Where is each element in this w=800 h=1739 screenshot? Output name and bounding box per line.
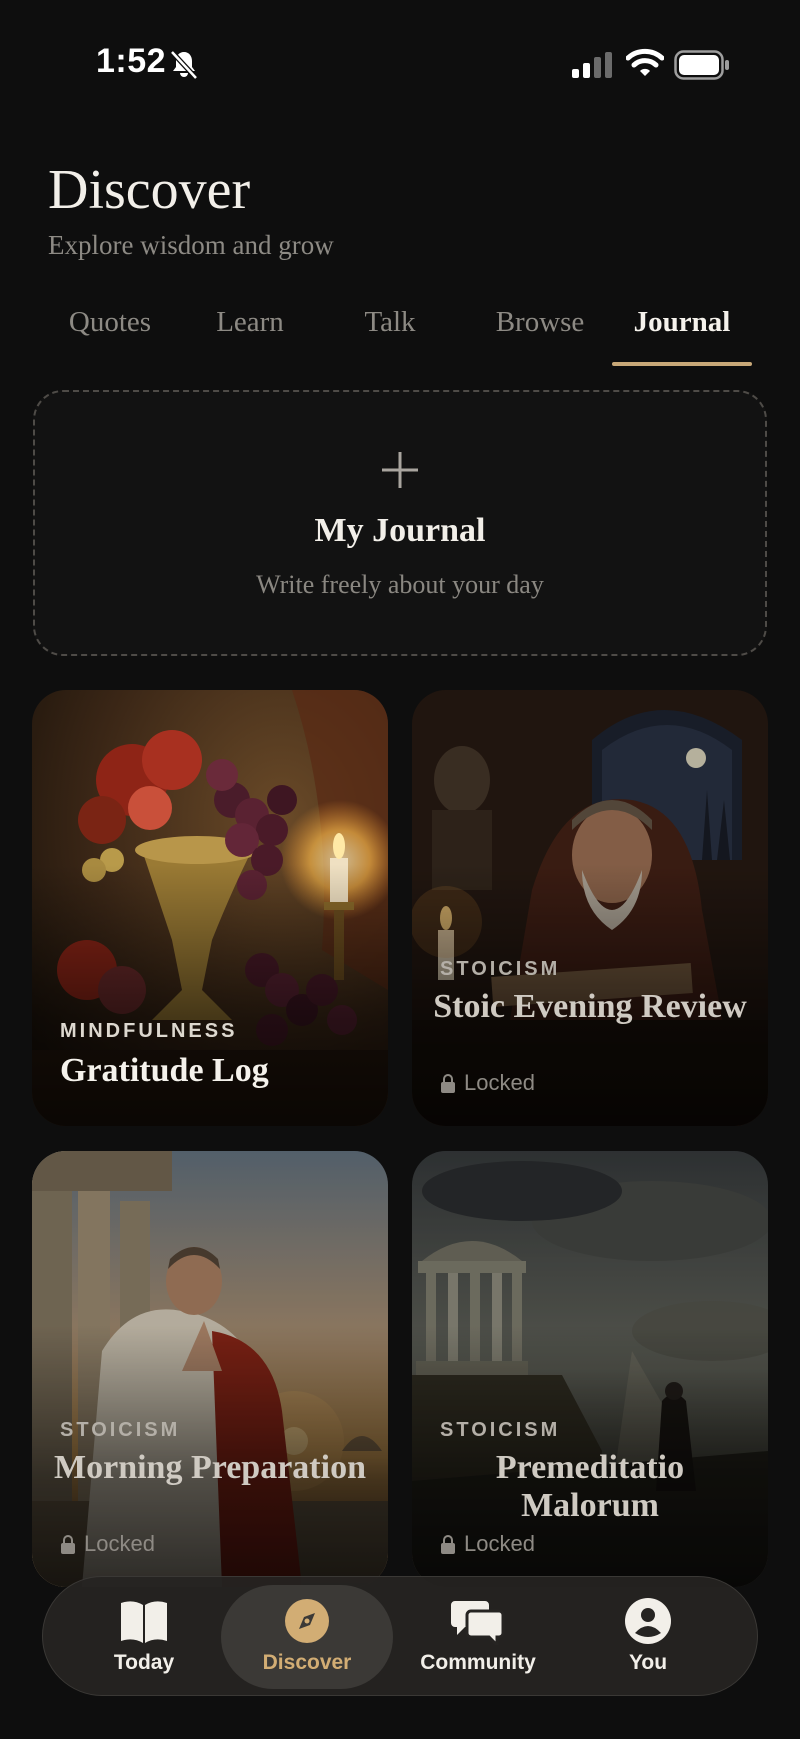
card-category: STOICISM	[440, 1419, 561, 1441]
person-icon	[625, 1598, 671, 1644]
locked-label: Locked	[464, 1070, 535, 1095]
wifi-icon	[626, 48, 664, 76]
tab-quotes[interactable]: Quotes	[50, 300, 170, 370]
page-subtitle: Explore wisdom and grow	[48, 230, 334, 260]
card-category: STOICISM	[440, 958, 561, 980]
new-journal-subtitle: Write freely about your day	[256, 570, 544, 599]
status-time: 1:52	[96, 42, 167, 80]
lock-icon	[441, 1535, 455, 1554]
card-category: MINDFULNESS	[60, 1020, 238, 1042]
locked-badge: Locked	[440, 1070, 535, 1096]
locked-overlay	[412, 690, 768, 1126]
locked-badge: Locked	[60, 1531, 155, 1557]
active-tab-indicator	[612, 362, 752, 366]
bottom-tab-bar: Today Discover Community You	[42, 1576, 758, 1696]
cellular-signal-icon	[572, 52, 612, 78]
nav-label: You	[628, 1651, 668, 1674]
nav-today[interactable]: Today	[59, 1585, 229, 1689]
nav-label: Today	[113, 1651, 175, 1674]
chat-bubbles-icon	[451, 1601, 505, 1645]
tab-talk[interactable]: Talk	[340, 300, 440, 370]
card-title: Stoic Evening Review	[433, 988, 747, 1025]
status-bar: 1:52	[0, 0, 800, 120]
nav-you[interactable]: You	[563, 1585, 733, 1689]
locked-badge: Locked	[440, 1531, 535, 1557]
card-title: Gratitude Log	[60, 1052, 269, 1089]
card-title: Morning Preparation	[54, 1449, 366, 1486]
journal-card-premeditatio-malorum[interactable]: STOICISM Premeditatio Malorum Locked	[412, 1151, 768, 1587]
locked-label: Locked	[464, 1531, 535, 1556]
card-category: STOICISM	[60, 1419, 181, 1441]
nav-discover[interactable]: Discover	[221, 1585, 393, 1689]
plus-icon	[382, 452, 418, 488]
locked-label: Locked	[84, 1531, 155, 1556]
journal-card-stoic-evening-review[interactable]: STOICISM Stoic Evening Review Locked	[412, 690, 768, 1126]
compass-icon	[285, 1599, 329, 1643]
nav-label: Discover	[262, 1651, 352, 1674]
lock-icon	[61, 1535, 75, 1554]
tab-learn[interactable]: Learn	[190, 300, 310, 370]
book-icon	[121, 1601, 167, 1643]
battery-icon	[674, 50, 729, 80]
tab-journal[interactable]: Journal	[612, 300, 752, 370]
new-journal-title: My Journal	[314, 512, 486, 549]
tab-browse[interactable]: Browse	[470, 300, 610, 370]
discover-tabs: Quotes Learn Talk Browse Journal	[40, 300, 760, 370]
nav-label: Community	[420, 1651, 536, 1674]
bell-muted-icon	[170, 50, 198, 80]
page-title: Discover	[48, 159, 251, 221]
lock-icon	[441, 1074, 455, 1093]
locked-overlay	[32, 1151, 388, 1587]
journal-card-morning-preparation[interactable]: STOICISM Morning Preparation Locked	[32, 1151, 388, 1587]
journal-card-gratitude-log[interactable]: MINDFULNESS Gratitude Log	[32, 690, 388, 1126]
card-title: Premeditatio Malorum	[495, 1449, 685, 1524]
nav-community[interactable]: Community	[393, 1585, 563, 1689]
